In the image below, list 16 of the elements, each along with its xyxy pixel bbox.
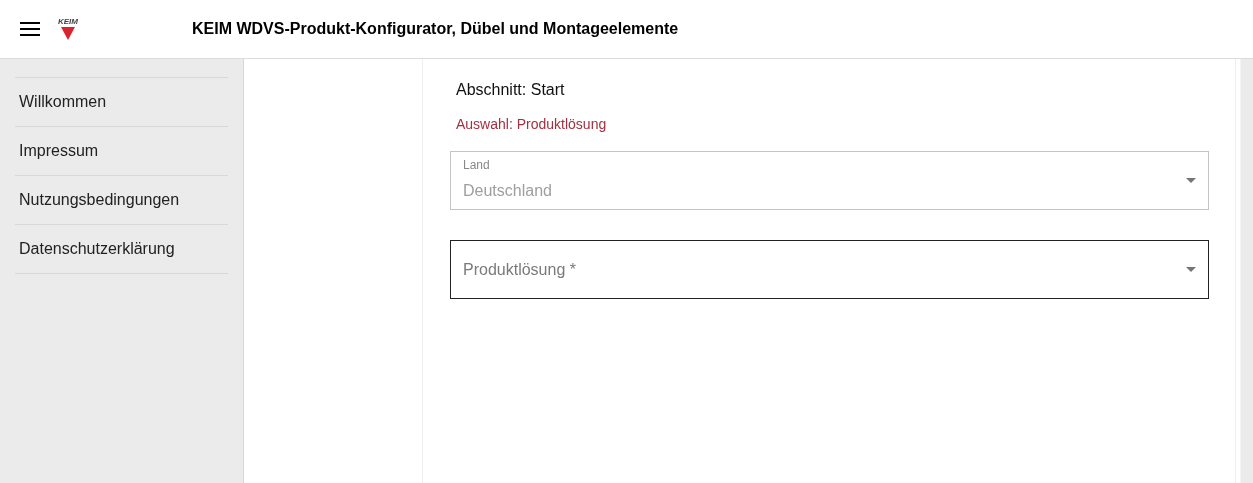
selection-label: Auswahl: Produktlösung [456,115,608,134]
sidebar-link[interactable]: Willkommen [15,90,111,114]
logo: KEIM [54,18,82,40]
field-value: Deutschland [463,180,552,201]
dropdown-caret-icon [1186,178,1196,183]
menu-button[interactable] [20,21,40,37]
select-field[interactable]: Produktlösung * [450,240,1209,299]
sidebar-link[interactable]: Nutzungsbedingungen [15,188,184,212]
sidebar-link[interactable]: Impressum [15,139,103,163]
dropdown-caret-icon [1186,267,1196,272]
section-heading: Abschnitt: Start [456,80,566,100]
app-title: KEIM WDVS-Produkt-Konfigurator, Dübel und Montageelemente [192,19,679,39]
scrollbar[interactable] [1240,59,1253,483]
field-label: Land [463,158,491,171]
sidebar-link[interactable]: Datenschutzerklärung [15,237,179,261]
field-placeholder: Produktlösung * [463,259,576,280]
